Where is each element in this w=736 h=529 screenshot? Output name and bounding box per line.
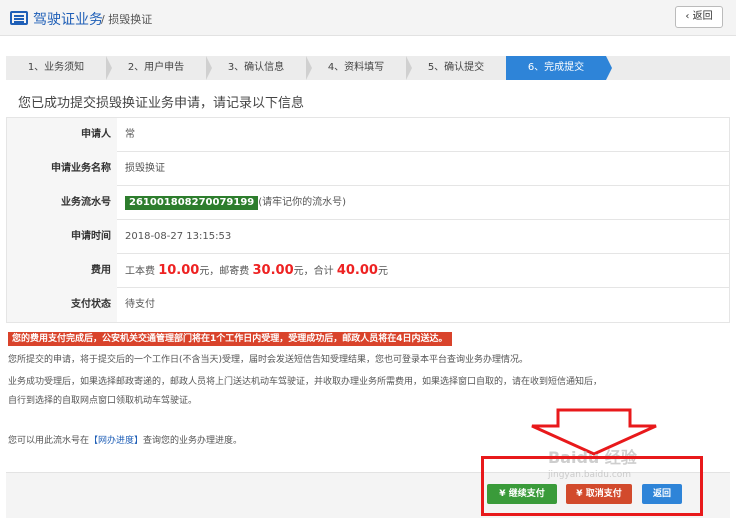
business-value: 损毁换证 [125,163,165,174]
breadcrumb: / 损毁换证 [101,13,153,26]
step-label: 5、确认提交 [427,62,485,73]
postage-amount: 30.00 [252,263,294,278]
fee-text: 元，合计 [293,266,334,277]
list-icon [10,11,28,25]
row-pay-status: 支付状态 待支付 [7,288,729,322]
step-1: 1、业务须知 [6,56,112,80]
row-business: 申请业务名称 损毁换证 [7,152,729,186]
row-time: 申请时间 2018-08-27 13:15:53 [7,220,729,254]
step-3: 3、确认信息 [206,56,312,80]
info-paragraph: 业务成功受理后，如果选择邮政寄递的，邮政人员将上门送达机动车驾驶证，并收取办理业… [8,377,603,387]
fee-text: 元 [377,266,388,277]
applicant-value: 常 [125,129,135,140]
row-applicant: 申请人 常 [7,118,729,152]
progress-text: 您可以用此流水号在 [8,436,90,446]
progress-paragraph: 您可以用此流水号在【网办进度】查询您的业务办理进度。 [8,433,242,446]
row-fee: 费用 工本费 10.00元，邮寄费 30.00元，合计 40.00元 [7,254,729,288]
pay-status-value: 待支付 [125,299,155,310]
row-label: 费用 [7,254,117,288]
row-label: 支付状态 [7,288,117,322]
highlight-box [481,456,703,516]
fee-text: 工本费 [125,266,155,277]
alert-banner: 您的费用支付完成后，公安机关交通管理部门将在1个工作日内受理，受理成功后，邮政人… [8,332,452,346]
row-label: 申请人 [7,118,117,152]
serial-value: 261001808270079199 (请牢记你的流水号) [125,186,346,220]
info-table: 申请人 常 申请业务名称 损毁换证 业务流水号 2610018082700791… [6,117,730,323]
step-6-active: 6、完成提交 [506,56,612,80]
info-paragraph: 自行到选择的自取网点窗口领取机动车驾驶证。 [8,396,198,406]
info-paragraph: 您所提交的申请，将于提交后的一个工作日(不含当天)受理，届时会发送短信告知受理结… [8,355,529,365]
time-value: 2018-08-27 13:15:53 [125,231,232,242]
step-2: 2、用户申告 [106,56,212,80]
success-notice: 您已成功提交损毁换证业务申请，请记录以下信息 [18,96,305,111]
serial-hint: (请牢记你的流水号) [258,197,347,208]
serial-badge: 261001808270079199 [125,196,259,210]
fee-value: 工本费 10.00元，邮寄费 30.00元，合计 40.00元 [125,254,388,288]
step-label: 3、确认信息 [227,62,285,73]
page-title: 驾驶证业务 [33,12,103,28]
row-label: 申请业务名称 [7,152,117,186]
step-label: 6、完成提交 [527,62,585,73]
total-amount: 40.00 [336,263,378,278]
page-header: 驾驶证业务 / 损毁换证 ‹ 返回 [0,0,736,36]
row-serial: 业务流水号 261001808270079199 (请牢记你的流水号) [7,186,729,220]
step-bar: 1、业务须知 2、用户申告 3、确认信息 4、资料填写 5、确认提交 6、完成提… [6,56,730,80]
row-label: 申请时间 [7,220,117,254]
progress-text: 查询您的业务办理进度。 [143,436,243,446]
step-label: 1、业务须知 [27,62,85,73]
row-label: 业务流水号 [7,186,117,220]
step-label: 2、用户申告 [127,62,185,73]
back-button[interactable]: ‹ 返回 [675,6,723,28]
progress-link[interactable]: 【网办进度】 [89,436,143,446]
fee-text: 元，邮寄费 [199,266,250,277]
fee-amount: 10.00 [158,263,200,278]
step-label: 4、资料填写 [327,62,385,73]
step-4: 4、资料填写 [306,56,412,80]
step-5: 5、确认提交 [406,56,512,80]
